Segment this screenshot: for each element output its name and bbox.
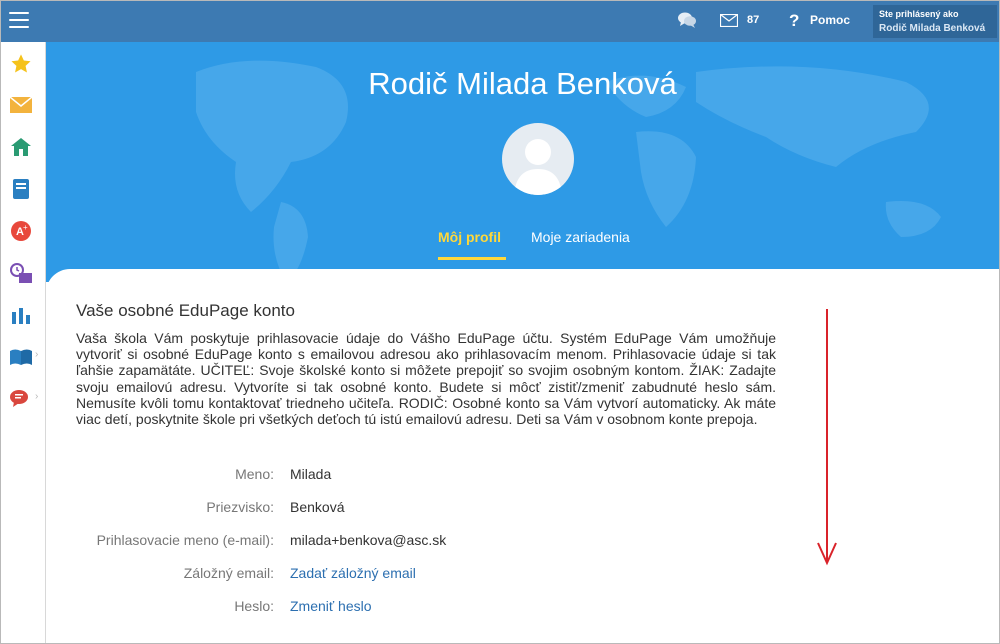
help-icon[interactable]: ? bbox=[789, 11, 799, 31]
calendar-icon bbox=[10, 263, 32, 283]
login-email-value: milada+benkova@asc.sk bbox=[290, 532, 447, 548]
svg-text:+: + bbox=[23, 223, 28, 232]
info-paragraph: Vaša škola Vám poskytuje prihlasovacie ú… bbox=[76, 330, 776, 428]
avatar[interactable] bbox=[502, 123, 574, 195]
help-link[interactable]: Pomoc bbox=[810, 13, 850, 27]
profile-card: Vaše osobné EduPage konto Vaša škola Vám… bbox=[46, 269, 999, 643]
chat-icon[interactable] bbox=[677, 11, 697, 29]
sidebar-item-statistics[interactable] bbox=[9, 303, 33, 327]
chevron-right-icon[interactable]: › bbox=[35, 349, 38, 360]
change-password-link[interactable]: Zmeniť heslo bbox=[290, 598, 372, 614]
grade-icon: A + bbox=[11, 221, 31, 241]
tab-my-devices[interactable]: Moje zariadenia bbox=[531, 229, 630, 245]
first-name-value: Milada bbox=[290, 466, 332, 482]
sidebar-item-discussions[interactable] bbox=[9, 387, 33, 411]
backup-email-label: Záložný email: bbox=[183, 565, 274, 581]
sidebar-item-calendar[interactable] bbox=[9, 261, 33, 285]
home-icon bbox=[11, 138, 31, 156]
notebook-icon bbox=[13, 179, 29, 199]
chat-bubbles-icon bbox=[10, 390, 28, 407]
add-backup-email-link[interactable]: Zadať záložný email bbox=[290, 565, 416, 581]
envelope-icon bbox=[10, 97, 32, 113]
app-window: 87 ? Pomoc Ste prihlásený ako Rodič Mila… bbox=[0, 0, 1000, 644]
scroll-down-arrow-annotation bbox=[817, 309, 837, 566]
section-heading: Vaše osobné EduPage konto bbox=[76, 301, 295, 320]
tab-my-profile[interactable]: Môj profil bbox=[438, 229, 501, 245]
sidebar-item-home[interactable] bbox=[9, 135, 33, 159]
star-icon bbox=[11, 54, 31, 73]
last-name-label: Priezvisko: bbox=[206, 499, 274, 515]
profile-header: Rodič Milada Benková Môj profil Moje zar… bbox=[46, 42, 999, 282]
logged-in-user: Rodič Milada Benková bbox=[879, 23, 986, 34]
chevron-right-icon[interactable]: › bbox=[35, 391, 38, 402]
first-name-label: Meno: bbox=[235, 466, 274, 482]
active-tab-indicator bbox=[438, 257, 506, 260]
logged-in-label: Ste prihlásený ako bbox=[879, 9, 959, 19]
top-bar: 87 ? Pomoc Ste prihlásený ako Rodič Mila… bbox=[1, 1, 999, 42]
user-menu[interactable]: Ste prihlásený ako Rodič Milada Benková bbox=[873, 5, 997, 38]
bar-chart-icon bbox=[12, 308, 30, 324]
sidebar-item-notebook[interactable] bbox=[9, 177, 33, 201]
sidebar-item-grades[interactable]: A + bbox=[9, 219, 33, 243]
open-book-icon bbox=[10, 349, 32, 365]
user-silhouette-icon bbox=[514, 139, 562, 195]
sidebar-item-favorites[interactable] bbox=[9, 52, 33, 76]
password-label: Heslo: bbox=[234, 598, 274, 614]
mail-count-badge[interactable]: 87 bbox=[747, 14, 759, 26]
menu-icon[interactable] bbox=[9, 12, 29, 30]
mail-icon[interactable] bbox=[720, 14, 738, 27]
page-title: Rodič Milada Benková bbox=[368, 66, 677, 101]
login-email-label: Prihlasovacie meno (e-mail): bbox=[96, 532, 274, 548]
sidebar: A + › › bbox=[1, 42, 46, 643]
last-name-value: Benková bbox=[290, 499, 345, 515]
sidebar-item-library[interactable] bbox=[9, 345, 33, 369]
sidebar-item-messages[interactable] bbox=[9, 93, 33, 117]
